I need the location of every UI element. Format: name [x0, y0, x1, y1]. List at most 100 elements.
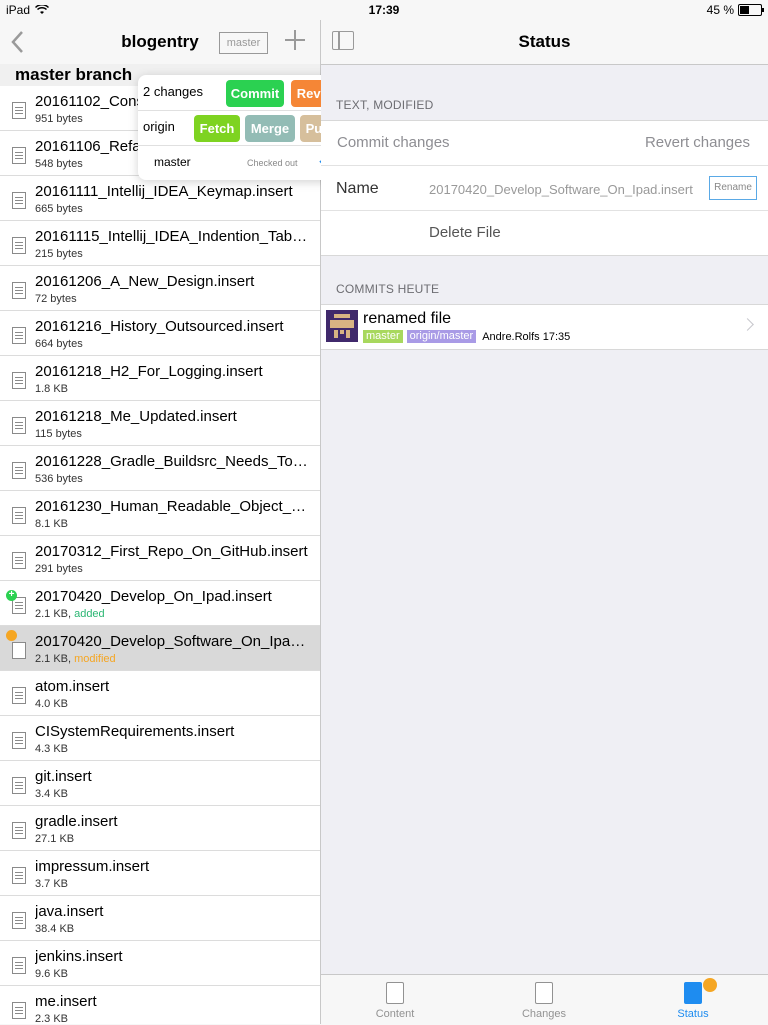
- file-icon: [12, 327, 26, 344]
- status-pane: Status TEXT, MODIFIED Commit changes Rev…: [321, 20, 768, 1025]
- file-row[interactable]: CISystemRequirements.insert 4.3 KB: [0, 716, 320, 761]
- tab-label: Changes: [521, 1008, 567, 1020]
- file-size: 2.3 KB: [35, 1013, 69, 1024]
- commit-row[interactable]: renamed file master origin/master Andre.…: [321, 305, 768, 349]
- tab-status[interactable]: Status: [643, 975, 743, 1025]
- file-size: 2.1 KB,: [35, 653, 72, 665]
- battery-icon: [738, 4, 764, 16]
- commit-button[interactable]: Commit: [226, 80, 284, 107]
- file-row[interactable]: +20170420_Develop_On_Ipad.insert 2.1 KB, a…: [0, 581, 320, 626]
- tab-changes[interactable]: Changes: [494, 975, 594, 1025]
- file-name: git.insert: [35, 768, 92, 785]
- delete-cell[interactable]: Delete File: [321, 211, 768, 255]
- file-size: 9.6 KB: [35, 968, 69, 980]
- file-row[interactable]: gradle.insert 27.1 KB: [0, 806, 320, 851]
- file-meta: 1.8 KB: [35, 383, 68, 395]
- revert-changes-button[interactable]: Revert changes: [645, 134, 750, 151]
- file-size: 38.4 KB: [35, 923, 75, 935]
- file-name: 20161230_Human_Readable_Object_Equality.…: [35, 498, 313, 515]
- added-badge-icon: +: [6, 590, 17, 601]
- file-row[interactable]: 20161206_A_New_Design.insert 72 bytes: [0, 266, 320, 311]
- file-row[interactable]: 20161230_Human_Readable_Object_Equality.…: [0, 491, 320, 536]
- file-row[interactable]: 20161218_Me_Updated.insert 115 bytes: [0, 401, 320, 446]
- file-name: 20170420_Develop_Software_On_Ipad.insert: [35, 633, 313, 650]
- file-size: 664 bytes: [35, 338, 83, 350]
- file-icon: [12, 1002, 26, 1019]
- file-meta: 4.3 KB: [35, 743, 68, 755]
- file-icon: [12, 687, 26, 704]
- file-row[interactable]: java.insert 38.4 KB: [0, 896, 320, 941]
- file-meta: 951 bytes: [35, 113, 83, 125]
- tab-label: Status: [677, 1008, 709, 1020]
- file-meta: 536 bytes: [35, 473, 83, 485]
- delete-file-button[interactable]: Delete File: [429, 224, 501, 241]
- file-row[interactable]: 20161115_Intellij_IDEA_Indention_Tabs.in…: [0, 221, 320, 266]
- document-icon: [386, 982, 404, 1004]
- file-icon: [12, 552, 26, 569]
- file-row[interactable]: 20161216_History_Outsourced.insert 664 by…: [0, 311, 320, 356]
- file-meta: 3.4 KB: [35, 788, 68, 800]
- fetch-button[interactable]: Fetch: [194, 115, 240, 142]
- file-icon: [12, 642, 26, 659]
- file-row[interactable]: 20161218_H2_For_Logging.insert 1.8 KB: [0, 356, 320, 401]
- commits-list: renamed file master origin/master Andre.…: [321, 304, 768, 350]
- file-row[interactable]: impressum.insert 3.7 KB: [0, 851, 320, 896]
- file-icon: [12, 957, 26, 974]
- battery-percentage: 45 %: [706, 3, 734, 17]
- diff-icon: [535, 982, 553, 1004]
- file-row[interactable]: 20170312_First_Repo_On_GitHub.insert 291 …: [0, 536, 320, 581]
- file-meta: 2.3 KB: [35, 1013, 68, 1024]
- file-status: added: [74, 608, 105, 620]
- file-size: 536 bytes: [35, 473, 83, 485]
- file-name: impressum.insert: [35, 858, 150, 875]
- remote-name: origin: [143, 119, 175, 134]
- file-icon: [12, 417, 26, 434]
- file-icon: [12, 867, 26, 884]
- file-meta: 4.0 KB: [35, 698, 68, 710]
- file-row[interactable]: jenkins.insert 9.6 KB: [0, 941, 320, 986]
- rename-button[interactable]: Rename: [709, 176, 757, 200]
- branch-row[interactable]: master Checked out: [138, 145, 348, 180]
- file-size: 4.3 KB: [35, 743, 69, 755]
- status-bar: iPad 17:39 45 %: [0, 0, 768, 20]
- file-icon: [12, 147, 26, 164]
- tag-origin-master: origin/master: [406, 330, 477, 343]
- file-icon: [12, 732, 26, 749]
- name-label: Name: [336, 180, 379, 197]
- chevron-right-icon: [741, 318, 754, 331]
- file-icon: [12, 462, 26, 479]
- file-meta: 3.7 KB: [35, 878, 68, 890]
- file-row[interactable]: atom.insert 4.0 KB: [0, 671, 320, 716]
- file-row[interactable]: git.insert 3.4 KB: [0, 761, 320, 806]
- file-size: 8.1 KB: [35, 518, 69, 530]
- commit-tags: master origin/master Andre.Rolfs 17:35: [363, 330, 570, 343]
- commits-header: COMMITS HEUTE: [336, 282, 440, 296]
- file-icon: [12, 507, 26, 524]
- tag-master: master: [363, 330, 403, 343]
- file-meta: 2.1 KB, added: [35, 608, 105, 620]
- file-name: atom.insert: [35, 678, 110, 695]
- remote-row: origin Fetch Merge Push: [138, 110, 348, 146]
- file-icon: [12, 192, 26, 209]
- tab-label: Content: [375, 1008, 415, 1020]
- file-icon: [12, 102, 26, 119]
- git-actions-popover: 2 changes Commit Revert origin Fetch Mer…: [138, 75, 348, 180]
- file-meta: 38.4 KB: [35, 923, 74, 935]
- file-row[interactable]: 20161111_Intellij_IDEA_Keymap.insert 665 …: [0, 176, 320, 221]
- tab-content[interactable]: Content: [345, 975, 445, 1025]
- file-icon: [12, 372, 26, 389]
- branch-button[interactable]: master: [219, 32, 268, 54]
- clipboard-icon: [684, 982, 702, 1004]
- file-name: 20170420_Develop_On_Ipad.insert: [35, 588, 272, 605]
- add-icon[interactable]: [285, 30, 305, 50]
- merge-button[interactable]: Merge: [245, 115, 295, 142]
- file-size: 72 bytes: [35, 293, 77, 305]
- commit-author: Andre.Rolfs 17:35: [482, 330, 571, 343]
- file-size: 2.1 KB,: [35, 608, 72, 620]
- file-size: 1.8 KB: [35, 383, 69, 395]
- file-row[interactable]: 20161228_Gradle_Buildsrc_Needs_To_Be_Pub…: [0, 446, 320, 491]
- file-name: CISystemRequirements.insert: [35, 723, 235, 740]
- commit-changes-button[interactable]: Commit changes: [337, 134, 450, 151]
- file-row[interactable]: me.insert 2.3 KB: [0, 986, 320, 1024]
- file-row[interactable]: 20170420_Develop_Software_On_Ipad.insert…: [0, 626, 320, 671]
